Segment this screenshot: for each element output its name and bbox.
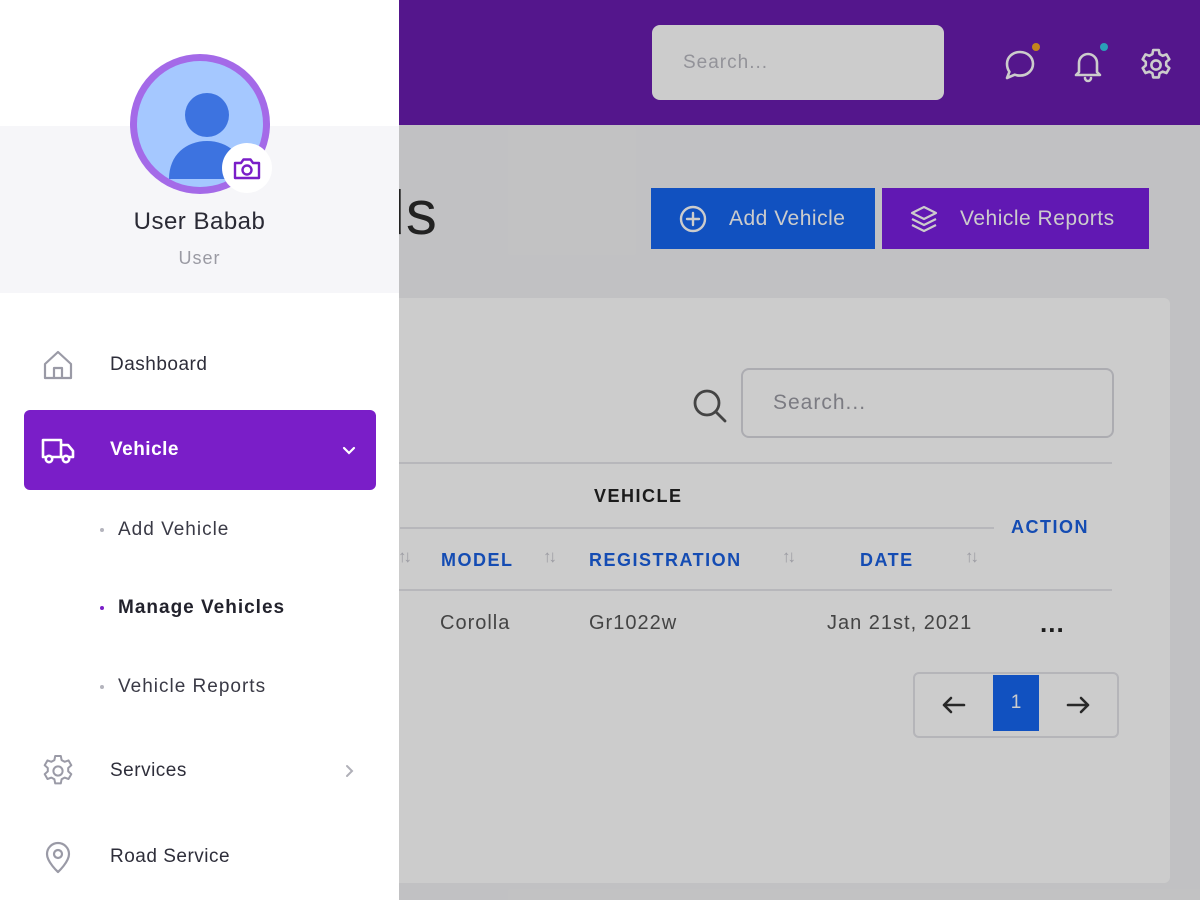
sidebar-item-dashboard[interactable]: Dashboard — [24, 325, 376, 405]
sidebar-item-vehicle[interactable]: Vehicle — [24, 410, 376, 490]
submenu-item-vehicle-reports[interactable]: Vehicle Reports — [100, 676, 266, 698]
submenu-item-label: Vehicle Reports — [118, 676, 267, 697]
sidebar-item-road-service[interactable]: Road Service — [24, 817, 376, 897]
home-icon — [38, 345, 78, 385]
truck-icon — [38, 430, 78, 470]
submenu-item-manage-vehicles[interactable]: Manage Vehicles — [100, 597, 285, 619]
chevron-down-icon — [342, 446, 356, 455]
user-role: User — [178, 248, 221, 268]
gear-icon — [38, 751, 78, 791]
bullet — [100, 685, 104, 689]
sidebar-item-label: Dashboard — [110, 354, 208, 375]
submenu-item-label: Add Vehicle — [118, 519, 230, 540]
map-pin-icon — [38, 837, 78, 877]
sidebar-item-services[interactable]: Services — [24, 731, 376, 811]
sidebar-item-label: Road Service — [110, 846, 231, 867]
sidebar-drawer: User Babab User Dashboard Vehicle Add Ve… — [0, 0, 399, 900]
bullet — [100, 528, 104, 532]
bullet — [100, 606, 104, 610]
submenu-item-add-vehicle[interactable]: Add Vehicle — [100, 519, 229, 541]
sidebar-item-label: Services — [110, 760, 187, 781]
user-name: User Babab — [133, 208, 266, 235]
chevron-right-icon — [346, 765, 354, 777]
camera-icon[interactable] — [222, 143, 272, 193]
sidebar-item-label: Vehicle — [110, 439, 179, 460]
submenu-item-label: Manage Vehicles — [118, 597, 286, 618]
